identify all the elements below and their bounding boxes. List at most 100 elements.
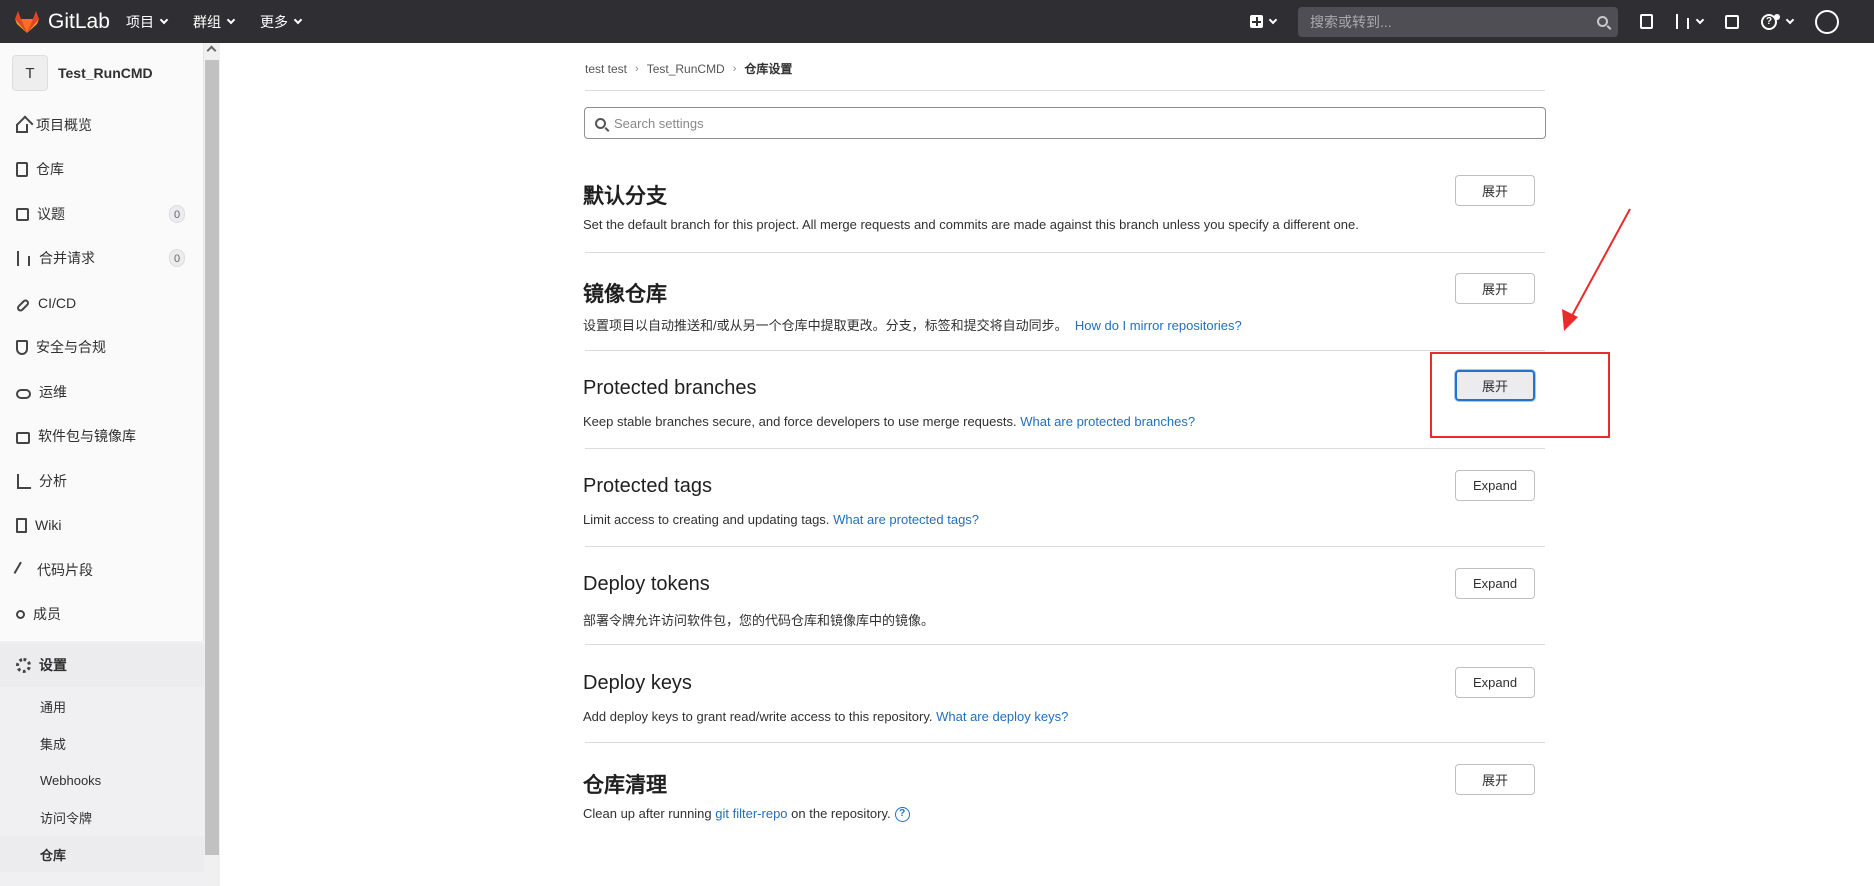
sidebar-item-label: CI/CD [38, 295, 77, 311]
issues-shortcut-button[interactable] [1640, 14, 1653, 29]
settings-search-field[interactable] [584, 107, 1546, 139]
home-icon [16, 123, 28, 133]
section-desc-repository-cleanup: Clean up after running git filter-repo o… [583, 806, 910, 823]
section-title-deploy-tokens: Deploy tokens [583, 573, 710, 595]
file-icon [16, 161, 28, 177]
breadcrumb-item-namespace[interactable]: test test [585, 62, 627, 76]
chevron-right-icon: › [732, 62, 737, 75]
sidebar-item-repository[interactable]: 仓库 [0, 147, 204, 191]
expand-deploy-keys-button[interactable]: Expand [1455, 667, 1535, 698]
expand-mirror-repository-button[interactable]: 展开 [1455, 273, 1535, 304]
divider [585, 350, 1545, 351]
sidebar-item-label: 分析 [39, 473, 67, 489]
divider [585, 90, 1545, 91]
chevron-down-icon [1268, 15, 1278, 24]
user-menu[interactable] [1815, 9, 1839, 34]
sidebar-item-security[interactable]: 安全与合规 [0, 325, 204, 369]
section-title-default-branch: 默认分支 [583, 185, 667, 208]
sidebar-item-analytics[interactable]: 分析 [0, 459, 204, 503]
git-filter-repo-link[interactable]: git filter-repo [715, 806, 787, 821]
nav-projects-label: 项目 [126, 13, 154, 30]
users-icon [16, 609, 25, 619]
expand-deploy-tokens-button[interactable]: Expand [1455, 568, 1535, 599]
todos-shortcut-button[interactable] [1725, 14, 1739, 29]
merge-request-icon [16, 250, 31, 266]
sidebar-subitem-label: 访问令牌 [40, 810, 93, 826]
merge-requests-shortcut-button[interactable] [1675, 14, 1705, 29]
section-title-deploy-keys: Deploy keys [583, 672, 692, 694]
help-dropdown[interactable]: ? [1761, 13, 1795, 30]
merge-request-icon [1675, 14, 1690, 29]
merge-requests-count-badge: 0 [169, 249, 185, 267]
protected-tags-desc-text: Limit access to creating and updating ta… [583, 512, 830, 527]
divider [585, 252, 1545, 253]
sidebar-item-label: 运维 [39, 384, 67, 400]
chevron-down-icon [1695, 15, 1705, 24]
sidebar-item-label: 仓库 [36, 161, 64, 177]
sidebar-item-members[interactable]: 成员 [0, 592, 204, 636]
issues-icon [1640, 14, 1653, 29]
chevron-down-icon [1785, 15, 1795, 24]
top-right-tools: 搜索或转到... [1250, 0, 1618, 43]
sidebar-item-project-overview[interactable]: 项目概览 [0, 103, 204, 147]
sidebar-item-settings[interactable]: 设置 [0, 643, 204, 687]
sidebar-subitem-access-tokens[interactable]: 访问令牌 [0, 799, 204, 835]
breadcrumb-item-project[interactable]: Test_RunCMD [647, 62, 725, 76]
shield-icon [16, 339, 28, 355]
chevron-right-icon: › [635, 62, 639, 75]
question-circle-icon[interactable]: ? [894, 807, 910, 823]
sidebar-item-packages[interactable]: 软件包与镜像库 [0, 414, 204, 458]
user-avatar [1815, 9, 1839, 34]
protected-branches-help-link[interactable]: What are protected branches? [1020, 414, 1195, 429]
notification-dot-icon [1774, 13, 1780, 20]
new-item-dropdown[interactable] [1250, 15, 1278, 28]
section-desc-protected-branches: Keep stable branches secure, and force d… [583, 414, 1195, 429]
cleanup-desc-after: on the repository. [791, 806, 891, 821]
sidebar-subitem-webhooks[interactable]: Webhooks [0, 762, 204, 798]
search-icon [1597, 15, 1608, 27]
sidebar-item-snippets[interactable]: 代码片段 [0, 548, 204, 592]
sidebar-item-wiki[interactable]: Wiki [0, 503, 204, 547]
project-header[interactable]: T Test_RunCMD [12, 55, 153, 91]
mirror-desc-text: 设置项目以自动推送和/或从另一个仓库中提取更改。分支，标签和提交将自动同步。 [583, 318, 1068, 333]
cleanup-desc-before: Clean up after running [583, 806, 712, 821]
sidebar-item-label: 成员 [33, 606, 61, 622]
issues-count-badge: 0 [169, 205, 185, 223]
sidebar-subitem-repository[interactable]: 仓库 [0, 836, 204, 872]
sidebar-subitem-integrations[interactable]: 集成 [0, 725, 204, 761]
expand-default-branch-button[interactable]: 展开 [1455, 175, 1535, 206]
protected-tags-help-link[interactable]: What are protected tags? [833, 512, 979, 527]
chevron-down-icon [226, 15, 236, 24]
divider [585, 742, 1545, 743]
sidebar-item-issues[interactable]: 议题 0 [0, 192, 204, 236]
deploy-keys-help-link[interactable]: What are deploy keys? [936, 709, 1068, 724]
brand[interactable]: GitLab [14, 10, 126, 34]
plus-square-icon [1250, 15, 1263, 28]
nav-more-menu[interactable]: 更多 [260, 12, 303, 32]
brand-name: GitLab [48, 9, 110, 33]
project-name: Test_RunCMD [58, 65, 153, 81]
global-search-input[interactable]: 搜索或转到... [1298, 6, 1618, 37]
breadcrumb: test test › Test_RunCMD › 仓库设置 [585, 60, 792, 77]
sidebar-item-label: 设置 [39, 657, 67, 673]
nav-projects-menu[interactable]: 项目 [126, 12, 169, 32]
sidebar-scrollbar-thumb[interactable] [205, 60, 219, 855]
rocket-icon [15, 297, 31, 313]
nav-groups-menu[interactable]: 群组 [193, 12, 236, 32]
sidebar-item-cicd[interactable]: CI/CD [0, 281, 204, 325]
todo-check-icon [1725, 14, 1739, 29]
expand-repository-cleanup-button[interactable]: 展开 [1455, 764, 1535, 795]
sidebar-item-merge-requests[interactable]: 合并请求 0 [0, 236, 204, 280]
mirror-help-link[interactable]: How do I mirror repositories? [1075, 318, 1242, 333]
sidebar-item-label: 合并请求 [39, 250, 95, 266]
snippet-icon [13, 561, 32, 579]
sidebar-item-operations[interactable]: 运维 [0, 370, 204, 414]
global-search-placeholder: 搜索或转到... [1310, 13, 1392, 30]
expand-protected-tags-button[interactable]: Expand [1455, 470, 1535, 501]
sidebar-subitem-general[interactable]: 通用 [0, 688, 204, 724]
breadcrumb-item-current: 仓库设置 [744, 62, 793, 76]
annotation-arrow-icon [1562, 208, 1631, 331]
divider [585, 546, 1545, 547]
nav-groups-label: 群组 [193, 13, 221, 30]
settings-search-input[interactable] [614, 115, 1514, 131]
